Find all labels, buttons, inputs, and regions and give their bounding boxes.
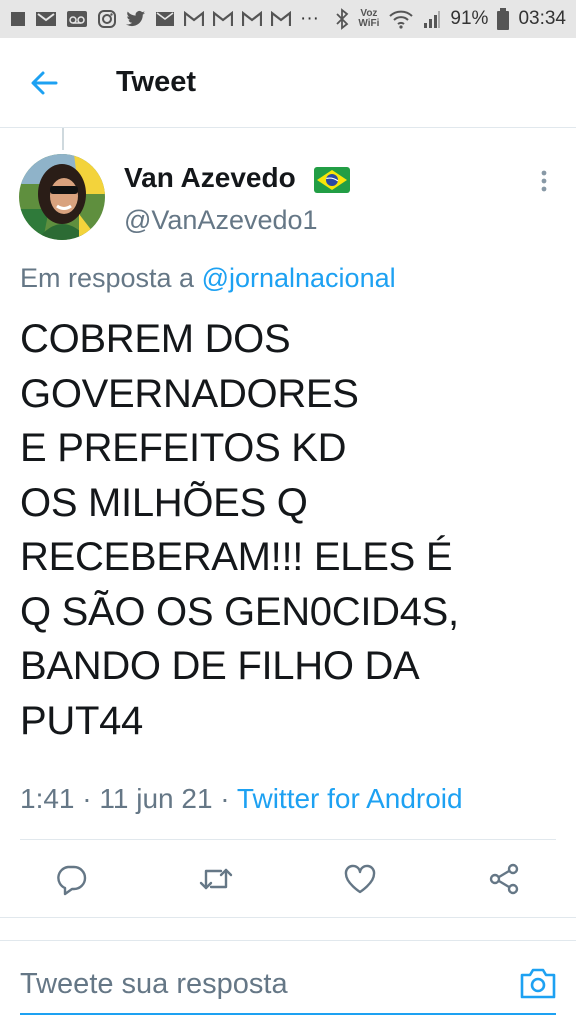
camera-icon xyxy=(520,968,556,999)
camera-button[interactable] xyxy=(519,965,557,1001)
gmail-icon xyxy=(271,11,291,27)
author-handle[interactable]: @VanAzevedo1 xyxy=(124,205,318,236)
reply-context: Em resposta a @jornalnacional xyxy=(20,263,396,294)
reply-button[interactable] xyxy=(47,855,95,903)
gmail-icon xyxy=(184,11,204,27)
square-notification-icon xyxy=(10,11,26,27)
avatar[interactable] xyxy=(19,154,105,240)
divider xyxy=(0,917,576,918)
status-bar-system: Voz WiFi 91% 03:34 xyxy=(335,8,566,30)
meta-separator: · xyxy=(74,783,100,814)
share-icon xyxy=(489,863,519,895)
divider xyxy=(20,839,556,840)
like-button[interactable] xyxy=(336,855,384,903)
more-vertical-icon xyxy=(541,170,547,192)
instagram-icon xyxy=(97,9,117,29)
like-icon xyxy=(344,864,376,894)
gmail-icon xyxy=(242,11,262,27)
back-arrow-icon xyxy=(31,71,58,95)
battery-icon xyxy=(497,8,510,30)
battery-percent: 91% xyxy=(450,8,489,29)
wifi-label: WiFi xyxy=(358,18,380,29)
tweet-date: 11 jun 21 xyxy=(99,783,213,814)
signal-icon xyxy=(423,9,441,29)
reply-input-underline xyxy=(20,1013,556,1015)
twitter-icon xyxy=(126,10,146,28)
reply-input[interactable] xyxy=(20,961,500,1007)
voicemail-icon xyxy=(66,10,88,28)
tweet-actions-bar xyxy=(0,855,576,903)
tweet-metadata: 1:41 · 11 jun 21 · Twitter for Android xyxy=(20,783,463,815)
status-bar: ··· Voz WiFi 91% 03:34 xyxy=(0,0,576,38)
meta-separator: · xyxy=(212,783,237,814)
page-title: Tweet xyxy=(116,66,197,98)
more-options-button[interactable] xyxy=(532,168,556,196)
reply-mention-link[interactable]: @jornalnacional xyxy=(202,263,396,293)
author-display-name[interactable]: Van Azevedo xyxy=(124,162,296,194)
retweet-icon xyxy=(199,868,233,890)
reply-icon xyxy=(57,865,87,896)
tweet-time: 1:41 xyxy=(20,783,75,814)
brazil-flag-icon xyxy=(314,167,350,193)
mail-icon xyxy=(35,10,57,28)
thread-connector-line xyxy=(62,128,64,150)
tweet-text: COBREM DOS GOVERNADORES E PREFEITOS KD O… xyxy=(20,317,459,743)
app-header: Tweet xyxy=(0,38,576,128)
share-button[interactable] xyxy=(480,855,528,903)
voz-wifi-indicator: Voz WiFi xyxy=(358,9,379,29)
tweet-source-link[interactable]: Twitter for Android xyxy=(237,783,463,814)
reply-composer xyxy=(0,941,576,1024)
reply-prefix: Em resposta a xyxy=(20,263,202,293)
back-button[interactable] xyxy=(28,66,62,100)
clock: 03:34 xyxy=(518,8,566,29)
profile-photo-icon xyxy=(19,154,105,240)
gmail-icon xyxy=(213,11,233,27)
more-notifications-indicator: ··· xyxy=(300,8,319,29)
email-icon xyxy=(155,11,175,27)
status-bar-notifications: ··· xyxy=(10,8,319,30)
retweet-button[interactable] xyxy=(192,855,240,903)
wifi-icon xyxy=(388,9,414,29)
bluetooth-icon xyxy=(335,8,349,30)
